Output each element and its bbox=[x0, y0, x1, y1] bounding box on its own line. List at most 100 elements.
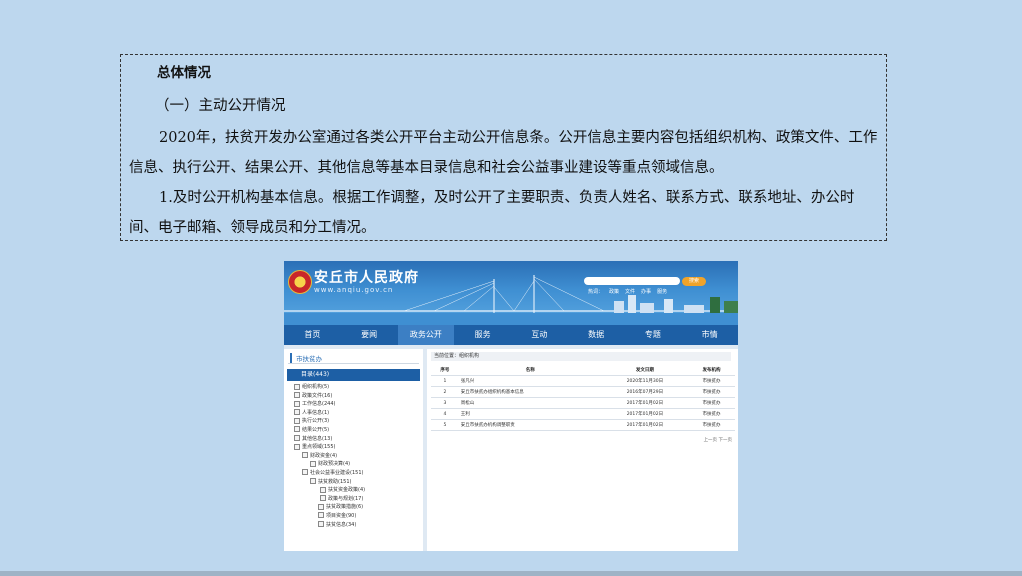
breadcrumb: 当前位置：组织机构 bbox=[431, 352, 731, 361]
tree-item-label: 社会公益事业建设(151) bbox=[310, 469, 364, 476]
hot-word-link[interactable]: 文件 bbox=[625, 289, 635, 295]
table-cell: 2017年01月02日 bbox=[601, 397, 689, 409]
tree-item-label: 财政预决算(4) bbox=[318, 461, 351, 468]
nav-data[interactable]: 数据 bbox=[568, 325, 625, 345]
tree-item[interactable]: 工作信息(244) bbox=[294, 400, 365, 409]
tree-item-label: 扶贫信息(34) bbox=[326, 521, 357, 528]
pagination[interactable]: 上一页 下一页 bbox=[704, 437, 732, 443]
hot-word-link[interactable]: 服务 bbox=[657, 289, 667, 295]
table-cell: 市扶贫办 bbox=[688, 408, 735, 420]
table-cell: 市扶贫办 bbox=[688, 386, 735, 398]
directory-root[interactable]: 目录(443) bbox=[287, 369, 420, 381]
bottom-scroll-bar bbox=[0, 571, 1022, 576]
table-cell: 5 bbox=[431, 419, 459, 431]
table-row[interactable]: 2 安丘市扶贫办组织机构基本信息 2016年07月29日 市扶贫办 bbox=[431, 386, 735, 398]
nav-home[interactable]: 首页 bbox=[284, 325, 341, 345]
nav-government-affairs[interactable]: 政务公开 bbox=[397, 325, 455, 345]
table-cell[interactable]: 安丘市扶贫办机构调整职责 bbox=[458, 419, 602, 431]
tree-item-label: 扶贫资金政策(4) bbox=[328, 487, 366, 494]
paragraph-1: 2020年，扶贫开发办公室通过各类公开平台主动公开信息条。公开信息主要内容包括组… bbox=[129, 130, 878, 176]
hot-word-link[interactable]: 办事 bbox=[641, 289, 651, 295]
tree-item[interactable]: 政策与规划(17) bbox=[294, 495, 365, 504]
tree-item[interactable]: 其他信息(13) bbox=[294, 435, 365, 444]
tree-item-label: 重点领域(155) bbox=[302, 444, 336, 451]
table-cell[interactable]: 周松山 bbox=[458, 397, 602, 409]
table-cell: 2017年01月02日 bbox=[601, 408, 689, 420]
tree-item[interactable]: 扶贫救助(151) bbox=[294, 478, 365, 487]
folder-icon bbox=[294, 400, 300, 407]
nav-news[interactable]: 要闻 bbox=[341, 325, 398, 345]
nav-services[interactable]: 服务 bbox=[454, 325, 511, 345]
tree-item[interactable]: 项目资金(90) bbox=[294, 512, 365, 521]
search-input[interactable] bbox=[584, 277, 680, 285]
folder-icon bbox=[294, 426, 300, 433]
nav-interaction[interactable]: 互动 bbox=[511, 325, 568, 345]
hot-words: 热词： 政策 文件 办事 服务 bbox=[588, 288, 673, 295]
table-header-row: 序号 名称 发文日期 发布机构 bbox=[431, 365, 735, 376]
table-cell[interactable]: 王利 bbox=[458, 408, 602, 420]
column-header: 发文日期 bbox=[601, 365, 689, 376]
folder-icon bbox=[294, 383, 300, 390]
folder-icon bbox=[320, 495, 326, 502]
table-cell: 2016年07月29日 bbox=[601, 386, 689, 398]
tree-item[interactable]: 政策文件(16) bbox=[294, 392, 365, 401]
tree-item-label: 其他信息(13) bbox=[302, 435, 333, 442]
search-button[interactable]: 搜索 bbox=[682, 277, 706, 286]
tree-item[interactable]: 组织机构(5) bbox=[294, 383, 365, 392]
table-row[interactable]: 4 王利 2017年01月02日 市扶贫办 bbox=[431, 408, 735, 420]
tree-item[interactable]: 社会公益事业建设(151) bbox=[294, 469, 365, 478]
info-table: 序号 名称 发文日期 发布机构 1 张凡兴 2020年11月30日 市扶贫办 2 安丘市扶… bbox=[431, 365, 735, 431]
national-emblem-icon bbox=[288, 270, 312, 294]
tree-item-label: 项目资金(90) bbox=[326, 512, 357, 519]
tree-item[interactable]: 扶贫信息(34) bbox=[294, 521, 365, 530]
tree-item[interactable]: 扶贫资金政策(4) bbox=[294, 486, 365, 495]
folder-icon bbox=[294, 409, 300, 416]
tree-item[interactable]: 人事信息(1) bbox=[294, 409, 365, 418]
table-cell: 2 bbox=[431, 386, 459, 398]
table-row[interactable]: 3 周松山 2017年01月02日 市扶贫办 bbox=[431, 397, 735, 409]
folder-icon bbox=[310, 478, 316, 485]
tree-item-label: 财政资金(4) bbox=[310, 452, 338, 459]
tree-item-label: 工作信息(244) bbox=[302, 401, 336, 408]
section-heading: 总体情况 bbox=[157, 65, 211, 81]
table-cell[interactable]: 张凡兴 bbox=[458, 375, 602, 387]
folder-icon bbox=[302, 452, 308, 459]
nav-city-info[interactable]: 市情 bbox=[681, 325, 738, 345]
tree-item[interactable]: 结果公开(5) bbox=[294, 426, 365, 435]
folder-icon bbox=[320, 486, 326, 493]
content-panel: 当前位置：组织机构 序号 名称 发文日期 发布机构 1 张凡兴 2020年11月30… bbox=[427, 349, 738, 551]
tree-item[interactable]: 财政资金(4) bbox=[294, 452, 365, 461]
folder-icon bbox=[294, 417, 300, 424]
tree-item-label: 政策文件(16) bbox=[302, 392, 333, 399]
column-header: 序号 bbox=[431, 365, 459, 376]
tree-item-label: 扶贫政策措施(6) bbox=[326, 504, 364, 511]
column-header: 名称 bbox=[458, 365, 602, 376]
table-row[interactable]: 1 张凡兴 2020年11月30日 市扶贫办 bbox=[431, 375, 735, 387]
report-text-box: 总体情况 （一）主动公开情况 2020年，扶贫开发办公室通过各类公开平台主动公开… bbox=[120, 54, 887, 241]
tree-item[interactable]: 财政预决算(4) bbox=[294, 460, 365, 469]
folder-icon bbox=[318, 512, 324, 519]
tree-item[interactable]: 重点领域(155) bbox=[294, 443, 365, 452]
tree-item-label: 组织机构(5) bbox=[302, 384, 330, 390]
table-cell: 市扶贫办 bbox=[688, 397, 735, 409]
website-screenshot: 安丘市人民政府 www.anqiu.gov.cn 搜索 热词： 政策 文件 办事 服务 … bbox=[284, 261, 738, 551]
sidebar-heading: 市扶贫办 bbox=[290, 353, 322, 363]
divider bbox=[288, 363, 419, 364]
tree-item-label: 扶贫救助(151) bbox=[318, 478, 352, 485]
folder-icon bbox=[294, 435, 300, 442]
tree-item[interactable]: 扶贫政策措施(6) bbox=[294, 503, 365, 512]
folder-icon bbox=[294, 443, 300, 450]
hot-word-link[interactable]: 政策 bbox=[609, 289, 619, 295]
table-cell: 3 bbox=[431, 397, 459, 409]
table-cell: 2017年01月02日 bbox=[601, 419, 689, 431]
site-url: www.anqiu.gov.cn bbox=[314, 286, 394, 294]
site-banner: 安丘市人民政府 www.anqiu.gov.cn 搜索 热词： 政策 文件 办事 服务 bbox=[284, 261, 738, 325]
site-title: 安丘市人民政府 bbox=[314, 270, 419, 286]
paragraph-2: 1.及时公开机构基本信息。根据工作调整，及时公开了主要职责、负责人姓名、联系方式… bbox=[129, 190, 855, 236]
table-row[interactable]: 5 安丘市扶贫办机构调整职责 2017年01月02日 市扶贫办 bbox=[431, 419, 735, 431]
table-cell[interactable]: 安丘市扶贫办组织机构基本信息 bbox=[458, 386, 602, 398]
tree-item[interactable]: 执行公开(3) bbox=[294, 417, 365, 426]
table-cell: 1 bbox=[431, 375, 459, 387]
nav-topics[interactable]: 专题 bbox=[625, 325, 682, 345]
table-cell: 市扶贫办 bbox=[688, 419, 735, 431]
